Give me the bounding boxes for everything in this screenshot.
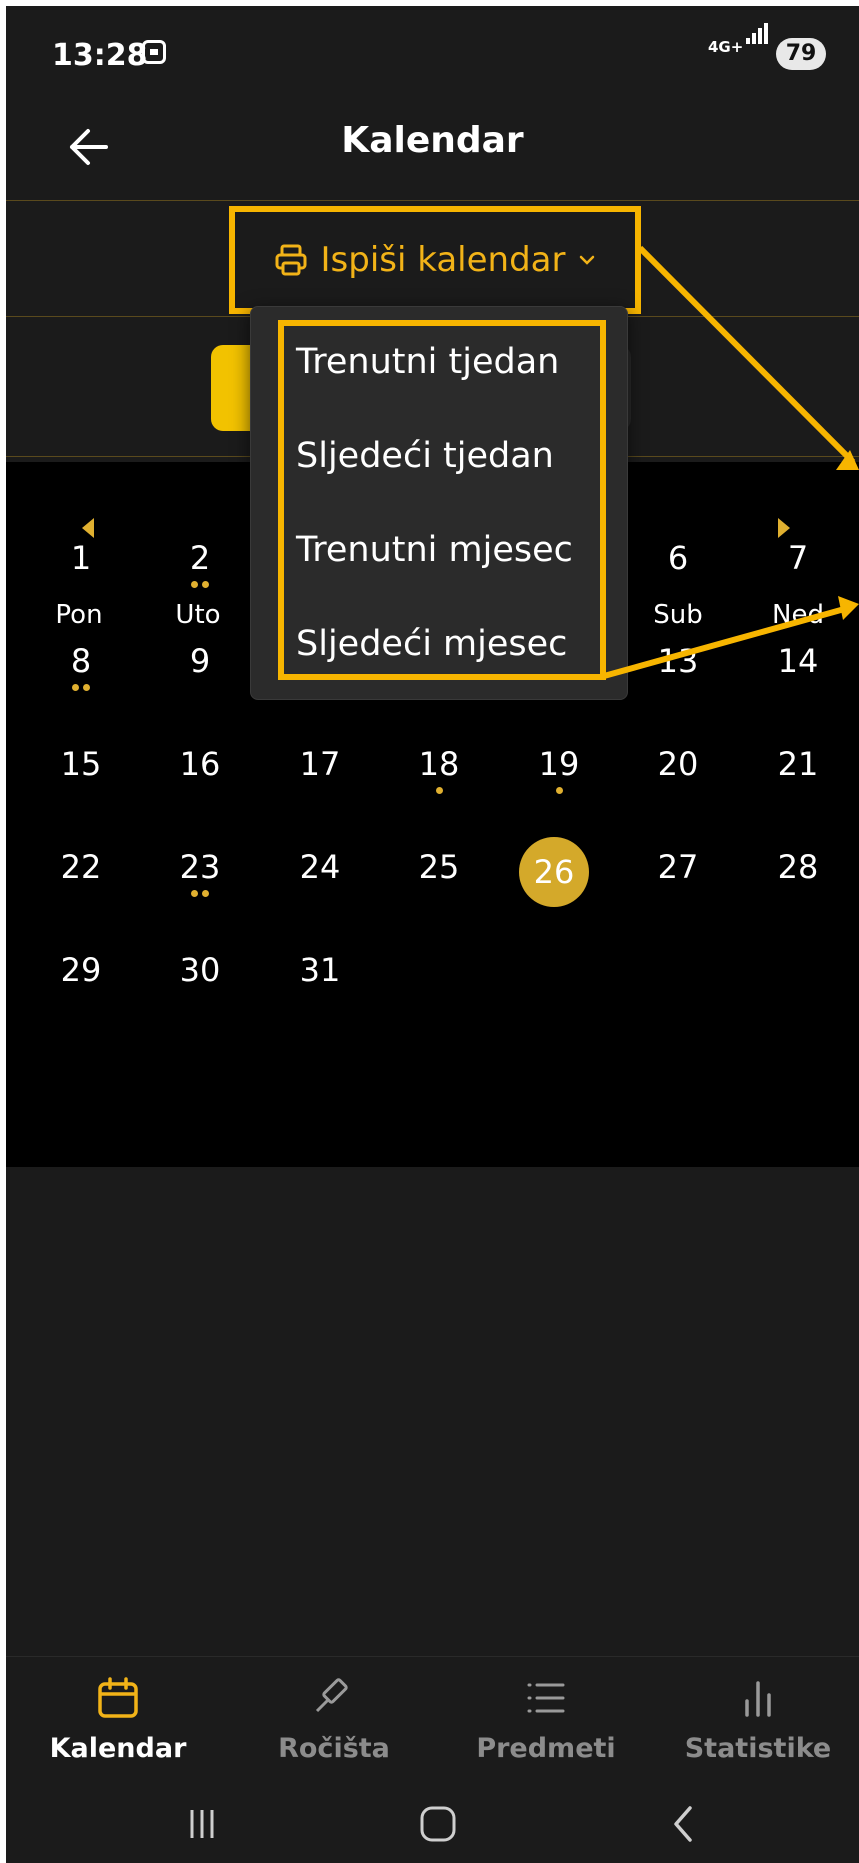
calendar-day[interactable]: 30: [145, 951, 255, 989]
system-nav-bar: [6, 1786, 859, 1863]
event-dots: [145, 890, 255, 897]
network-type: 4G+: [708, 38, 744, 56]
weekday-label: Ned: [772, 600, 824, 630]
calendar-day[interactable]: 13: [623, 642, 733, 680]
battery-indicator: 79: [776, 38, 826, 70]
calendar-day[interactable]: 9: [145, 642, 255, 680]
calendar-day[interactable]: 15: [26, 745, 136, 783]
calendar-day[interactable]: 31: [265, 951, 375, 989]
nav-label: Statistike: [684, 1733, 832, 1764]
calendar-day[interactable]: 16: [145, 745, 255, 783]
event-dot: [191, 581, 198, 588]
event-dot: [202, 890, 209, 897]
calendar-day[interactable]: 20: [623, 745, 733, 783]
event-dot: [83, 684, 90, 691]
event-dot: [191, 890, 198, 897]
printer-icon: [275, 244, 306, 276]
event-dot: [555, 787, 563, 794]
list-icon: [527, 1683, 565, 1713]
print-calendar-button[interactable]: Ispiši kalendar: [229, 206, 641, 314]
calendar-day[interactable]: 28: [743, 848, 853, 886]
app-screen: 13:28 4G+ 79 Kalendar Ispiši kalendar Po…: [6, 6, 859, 1863]
event-dots: [504, 787, 614, 794]
print-calendar-label: Ispiši kalendar: [320, 240, 566, 280]
bottom-nav: Kalendar Ročišta Predmeti Statistike: [6, 1656, 859, 1787]
event-dots: [145, 581, 255, 588]
calendar-day[interactable]: 1: [26, 539, 136, 577]
event-dots: [26, 684, 136, 691]
calendar-day[interactable]: 8: [26, 642, 136, 680]
next-month-icon[interactable]: [778, 518, 790, 538]
nav-item-predmeti[interactable]: Predmeti: [456, 1675, 636, 1764]
chevron-down-icon: [580, 255, 595, 265]
calendar-day[interactable]: 25: [384, 848, 494, 886]
recent-apps-icon[interactable]: [184, 1806, 220, 1842]
event-dot: [202, 581, 209, 588]
today-day[interactable]: 26: [519, 837, 589, 907]
menu-item-current-week[interactable]: Trenutni tjedan: [296, 342, 559, 382]
calendar-day[interactable]: 2: [145, 539, 255, 577]
nav-item-rocista[interactable]: Ročišta: [244, 1675, 424, 1764]
nav-label: Ročišta: [278, 1733, 390, 1764]
nav-label: Predmeti: [476, 1733, 616, 1764]
status-time: 13:28: [52, 38, 148, 73]
calendar-day[interactable]: 22: [26, 848, 136, 886]
divider: [6, 200, 859, 201]
prev-month-icon[interactable]: [82, 518, 94, 538]
menu-item-next-month[interactable]: Sljedeći mjesec: [296, 624, 567, 664]
calendar-day[interactable]: 17: [265, 745, 375, 783]
calendar-day[interactable]: 24: [265, 848, 375, 886]
page-title: Kalendar: [341, 120, 524, 161]
calendar-day[interactable]: 14: [743, 642, 853, 680]
calendar-day[interactable]: 7: [743, 539, 853, 577]
nav-label: Kalendar: [49, 1733, 187, 1764]
app-bar: Kalendar: [6, 90, 859, 206]
home-icon[interactable]: [418, 1804, 458, 1844]
back-icon[interactable]: [666, 1804, 702, 1844]
event-dot: [435, 787, 443, 794]
status-bar: 13:28 4G+ 79: [6, 6, 859, 90]
calendar-day[interactable]: 18: [384, 745, 494, 783]
calendar-day[interactable]: 23: [145, 848, 255, 886]
menu-item-current-month[interactable]: Trenutni mjesec: [296, 530, 573, 570]
event-dot: [72, 684, 79, 691]
screenshot-icon: [142, 40, 166, 64]
calendar-day[interactable]: 21: [743, 745, 853, 783]
calendar-icon: [98, 1677, 138, 1718]
menu-item-next-week[interactable]: Sljedeći tjedan: [296, 436, 554, 476]
gavel-icon: [315, 1678, 348, 1713]
weekday-label: Pon: [55, 600, 103, 630]
calendar-day[interactable]: 29: [26, 951, 136, 989]
print-bar: Ispiši kalendar: [6, 206, 859, 322]
calendar-day[interactable]: 19: [504, 745, 614, 783]
nav-item-statistike[interactable]: Statistike: [668, 1675, 848, 1764]
bar-chart-icon: [745, 1681, 771, 1717]
weekday-label: Uto: [175, 600, 221, 630]
calendar-day[interactable]: 27: [623, 848, 733, 886]
event-dots: [384, 787, 494, 794]
calendar-day[interactable]: 6: [623, 539, 733, 577]
weekday-label: Sub: [653, 600, 703, 630]
nav-item-kalendar[interactable]: Kalendar: [28, 1675, 208, 1764]
